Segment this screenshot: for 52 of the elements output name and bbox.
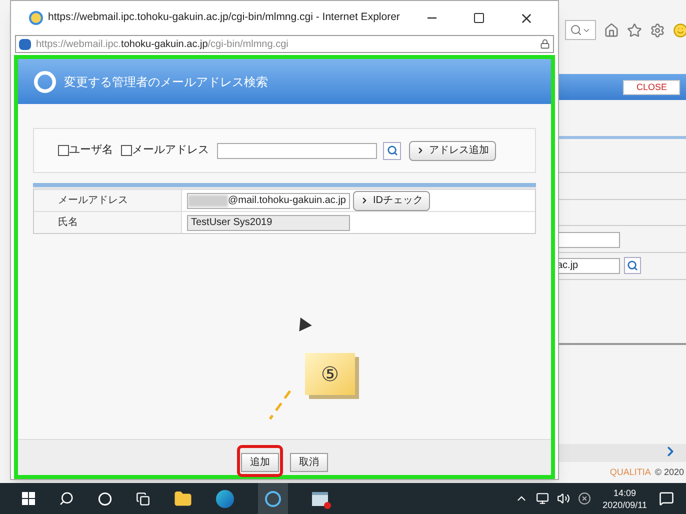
- step-callout: ⑤: [305, 353, 355, 395]
- ie-icon[interactable]: [258, 483, 288, 514]
- row-label: メールアドレス: [34, 190, 182, 211]
- window-title: https://webmail.ipc.tohoku-gakuin.ac.jp/cgi-bin/mlmng.cgi - Internet Explorer: [48, 10, 400, 26]
- id-check-button[interactable]: IDチェック: [353, 190, 430, 210]
- dialog-button[interactable]: 取消: [290, 452, 328, 472]
- app-window-icon[interactable]: [312, 492, 328, 506]
- star-icon[interactable]: [627, 22, 642, 38]
- search-icon: [570, 24, 582, 36]
- chevron-icon: [416, 146, 425, 155]
- browser-icon: [29, 11, 43, 25]
- brand-name: QUALITIA: [610, 466, 651, 479]
- search-field[interactable]: [217, 142, 377, 158]
- copyright-text: © 2020: [654, 466, 684, 479]
- cortana-icon[interactable]: [98, 492, 112, 506]
- home-icon[interactable]: [604, 22, 619, 38]
- search-button[interactable]: [383, 142, 401, 160]
- search-button[interactable]: [624, 257, 641, 274]
- clock-date: 2020/09/11: [602, 498, 647, 510]
- close-button[interactable]: CLOSE: [623, 80, 680, 94]
- search-icon: [627, 260, 638, 271]
- edge-icon[interactable]: [216, 490, 234, 508]
- row-label: 氏名: [34, 212, 182, 233]
- volume-icon[interactable]: [556, 492, 570, 505]
- address-bar[interactable]: https://webmail.ipc.tohoku-gakuin.ac.jp/cgi-bin/mlmng.cgi: [15, 35, 554, 53]
- network-icon[interactable]: [536, 492, 549, 505]
- task-view-icon[interactable]: [136, 492, 150, 506]
- name-field: TestUser Sys2019: [187, 214, 350, 230]
- ring-icon: [34, 70, 56, 92]
- settings-icon[interactable]: [650, 22, 665, 38]
- dialog-title: 変更する管理者のメールアドレス検索: [64, 74, 268, 90]
- search-icon: [386, 145, 398, 156]
- redacted-block: [188, 194, 228, 206]
- email-domain: @mail.tohoku-gakuin.ac.jp: [228, 194, 346, 208]
- site-icon: [19, 38, 31, 50]
- chevron-icon: [360, 196, 369, 205]
- add-address-button[interactable]: アドレス追加: [409, 140, 496, 160]
- clock-time: 14:09: [614, 486, 636, 498]
- maximize-icon[interactable]: [473, 12, 485, 24]
- folder-icon[interactable]: [174, 490, 192, 508]
- url-text: https://webmail.ipc.tohoku-gakuin.ac.jp/cgi-bin/mlmng.cgi: [36, 38, 288, 52]
- notifications-icon[interactable]: [659, 491, 674, 506]
- email-field[interactable]: @mail.tohoku-gakuin.ac.jp: [187, 192, 350, 208]
- checkbox-option[interactable]: ユーザ名: [58, 142, 113, 159]
- windows-start-icon[interactable]: [22, 492, 35, 505]
- leader-line: [268, 389, 292, 421]
- checkbox-option[interactable]: メールアドレス: [121, 142, 209, 159]
- search-dropdown[interactable]: [565, 20, 596, 40]
- search-icon[interactable]: [59, 491, 74, 506]
- dialog-button[interactable]: 追加: [241, 452, 279, 472]
- lock-icon: [540, 39, 550, 49]
- error-icon[interactable]: [578, 492, 591, 505]
